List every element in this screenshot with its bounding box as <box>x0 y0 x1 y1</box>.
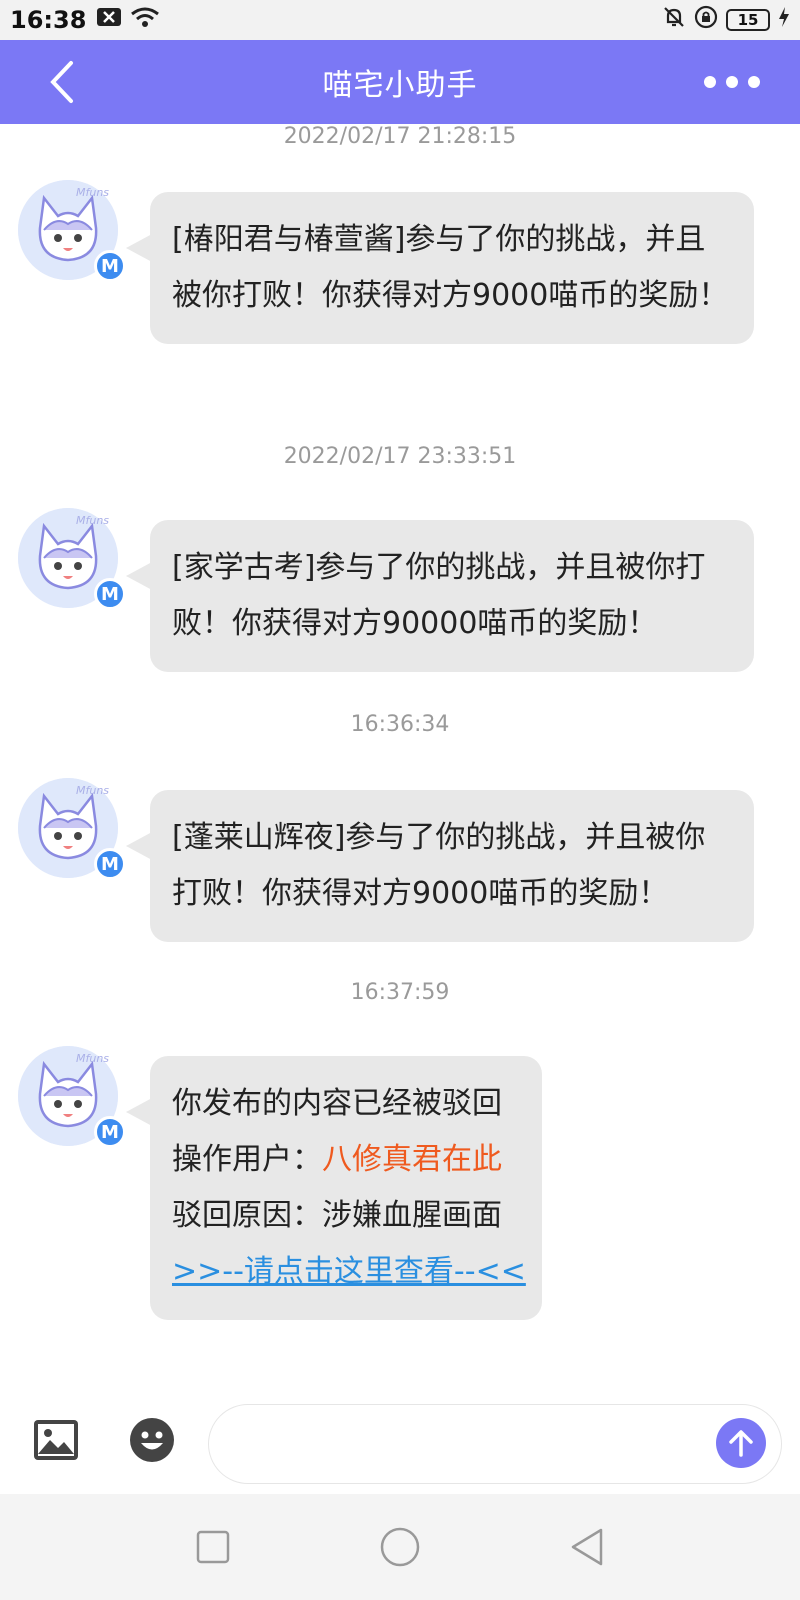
message-bubble: [椿阳君与椿萱酱]参与了你的挑战，并且被你打败！你获得对方9000喵币的奖励！ <box>126 192 754 344</box>
message-timestamp: 2022/02/17 23:33:51 <box>283 444 517 469</box>
message-timestamp: 16:37:59 <box>350 980 450 1005</box>
battery-indicator: 15 <box>726 9 770 31</box>
message-bubble: [蓬莱山辉夜]参与了你的挑战，并且被你打败！你获得对方9000喵币的奖励！ <box>126 790 754 942</box>
back-button[interactable] <box>36 56 88 108</box>
image-icon <box>34 1420 78 1460</box>
m-badge: M <box>94 1116 126 1148</box>
view-details-link[interactable]: >>--请点击这里查看--<< <box>172 1244 526 1300</box>
app-header: 喵宅小助手 <box>0 40 800 124</box>
avatar[interactable]: Mfuns M <box>18 1046 126 1148</box>
operator-label: 操作用户： <box>172 1142 322 1177</box>
m-badge: M <box>94 578 126 610</box>
avatar[interactable]: Mfuns M <box>18 508 126 610</box>
svg-text:Mfuns: Mfuns <box>76 186 109 199</box>
operator-line: 操作用户：八修真君在此 <box>172 1132 520 1188</box>
message-timestamp: 16:36:34 <box>350 712 450 737</box>
emoji-icon <box>130 1418 174 1462</box>
reason-text: 涉嫌血腥画面 <box>322 1198 502 1233</box>
more-button[interactable] <box>704 62 760 102</box>
send-button[interactable] <box>716 1418 766 1468</box>
message-bubble: 你发布的内容已经被驳回 操作用户：八修真君在此 驳回原因：涉嫌血腥画面 >>--… <box>126 1056 542 1320</box>
charging-icon <box>778 6 790 34</box>
status-time: 16:38 <box>10 6 87 34</box>
message-input[interactable] <box>208 1404 782 1484</box>
more-dot <box>704 76 716 88</box>
svg-text:Mfuns: Mfuns <box>76 784 109 797</box>
operator-name[interactable]: 八修真君在此 <box>322 1142 502 1177</box>
avatar[interactable]: Mfuns M <box>18 180 126 282</box>
chat-list[interactable]: 2022/02/17 21:28:15 Mfuns M [椿阳君与椿萱酱]参与了… <box>0 124 800 1394</box>
message-bubble: [家学古考]参与了你的挑战，并且被你打败！你获得对方90000喵币的奖励！ <box>126 520 754 672</box>
arrow-up-icon <box>729 1430 753 1457</box>
message-timestamp: 2022/02/17 21:28:15 <box>283 124 517 149</box>
page-title: 喵宅小助手 <box>322 68 478 103</box>
input-bar <box>0 1394 800 1494</box>
sim-off-icon <box>96 7 122 33</box>
more-dot <box>726 76 738 88</box>
wifi-icon <box>130 6 160 34</box>
rotation-lock-icon <box>694 5 718 35</box>
reason-line: 驳回原因：涉嫌血腥画面 <box>172 1188 520 1244</box>
svg-text:Mfuns: Mfuns <box>76 514 109 527</box>
square-icon <box>197 1530 230 1564</box>
home-button[interactable] <box>370 1517 430 1577</box>
rejection-title: 你发布的内容已经被驳回 <box>172 1086 502 1121</box>
emoji-button[interactable] <box>128 1416 176 1464</box>
svg-text:Mfuns: Mfuns <box>76 1052 109 1065</box>
circle-icon <box>380 1527 420 1567</box>
bell-off-icon <box>662 5 686 35</box>
system-nav-bar <box>0 1494 800 1600</box>
more-dot <box>748 76 760 88</box>
reason-label: 驳回原因： <box>172 1198 322 1233</box>
chevron-left-icon <box>50 61 73 103</box>
triangle-back-icon <box>571 1528 602 1566</box>
m-badge: M <box>94 848 126 880</box>
back-nav-button[interactable] <box>557 1517 617 1577</box>
image-button[interactable] <box>32 1418 80 1466</box>
m-badge: M <box>94 250 126 282</box>
recents-button[interactable] <box>183 1517 243 1577</box>
avatar[interactable]: Mfuns M <box>18 778 126 880</box>
status-bar: 16:38 15 <box>0 0 800 40</box>
